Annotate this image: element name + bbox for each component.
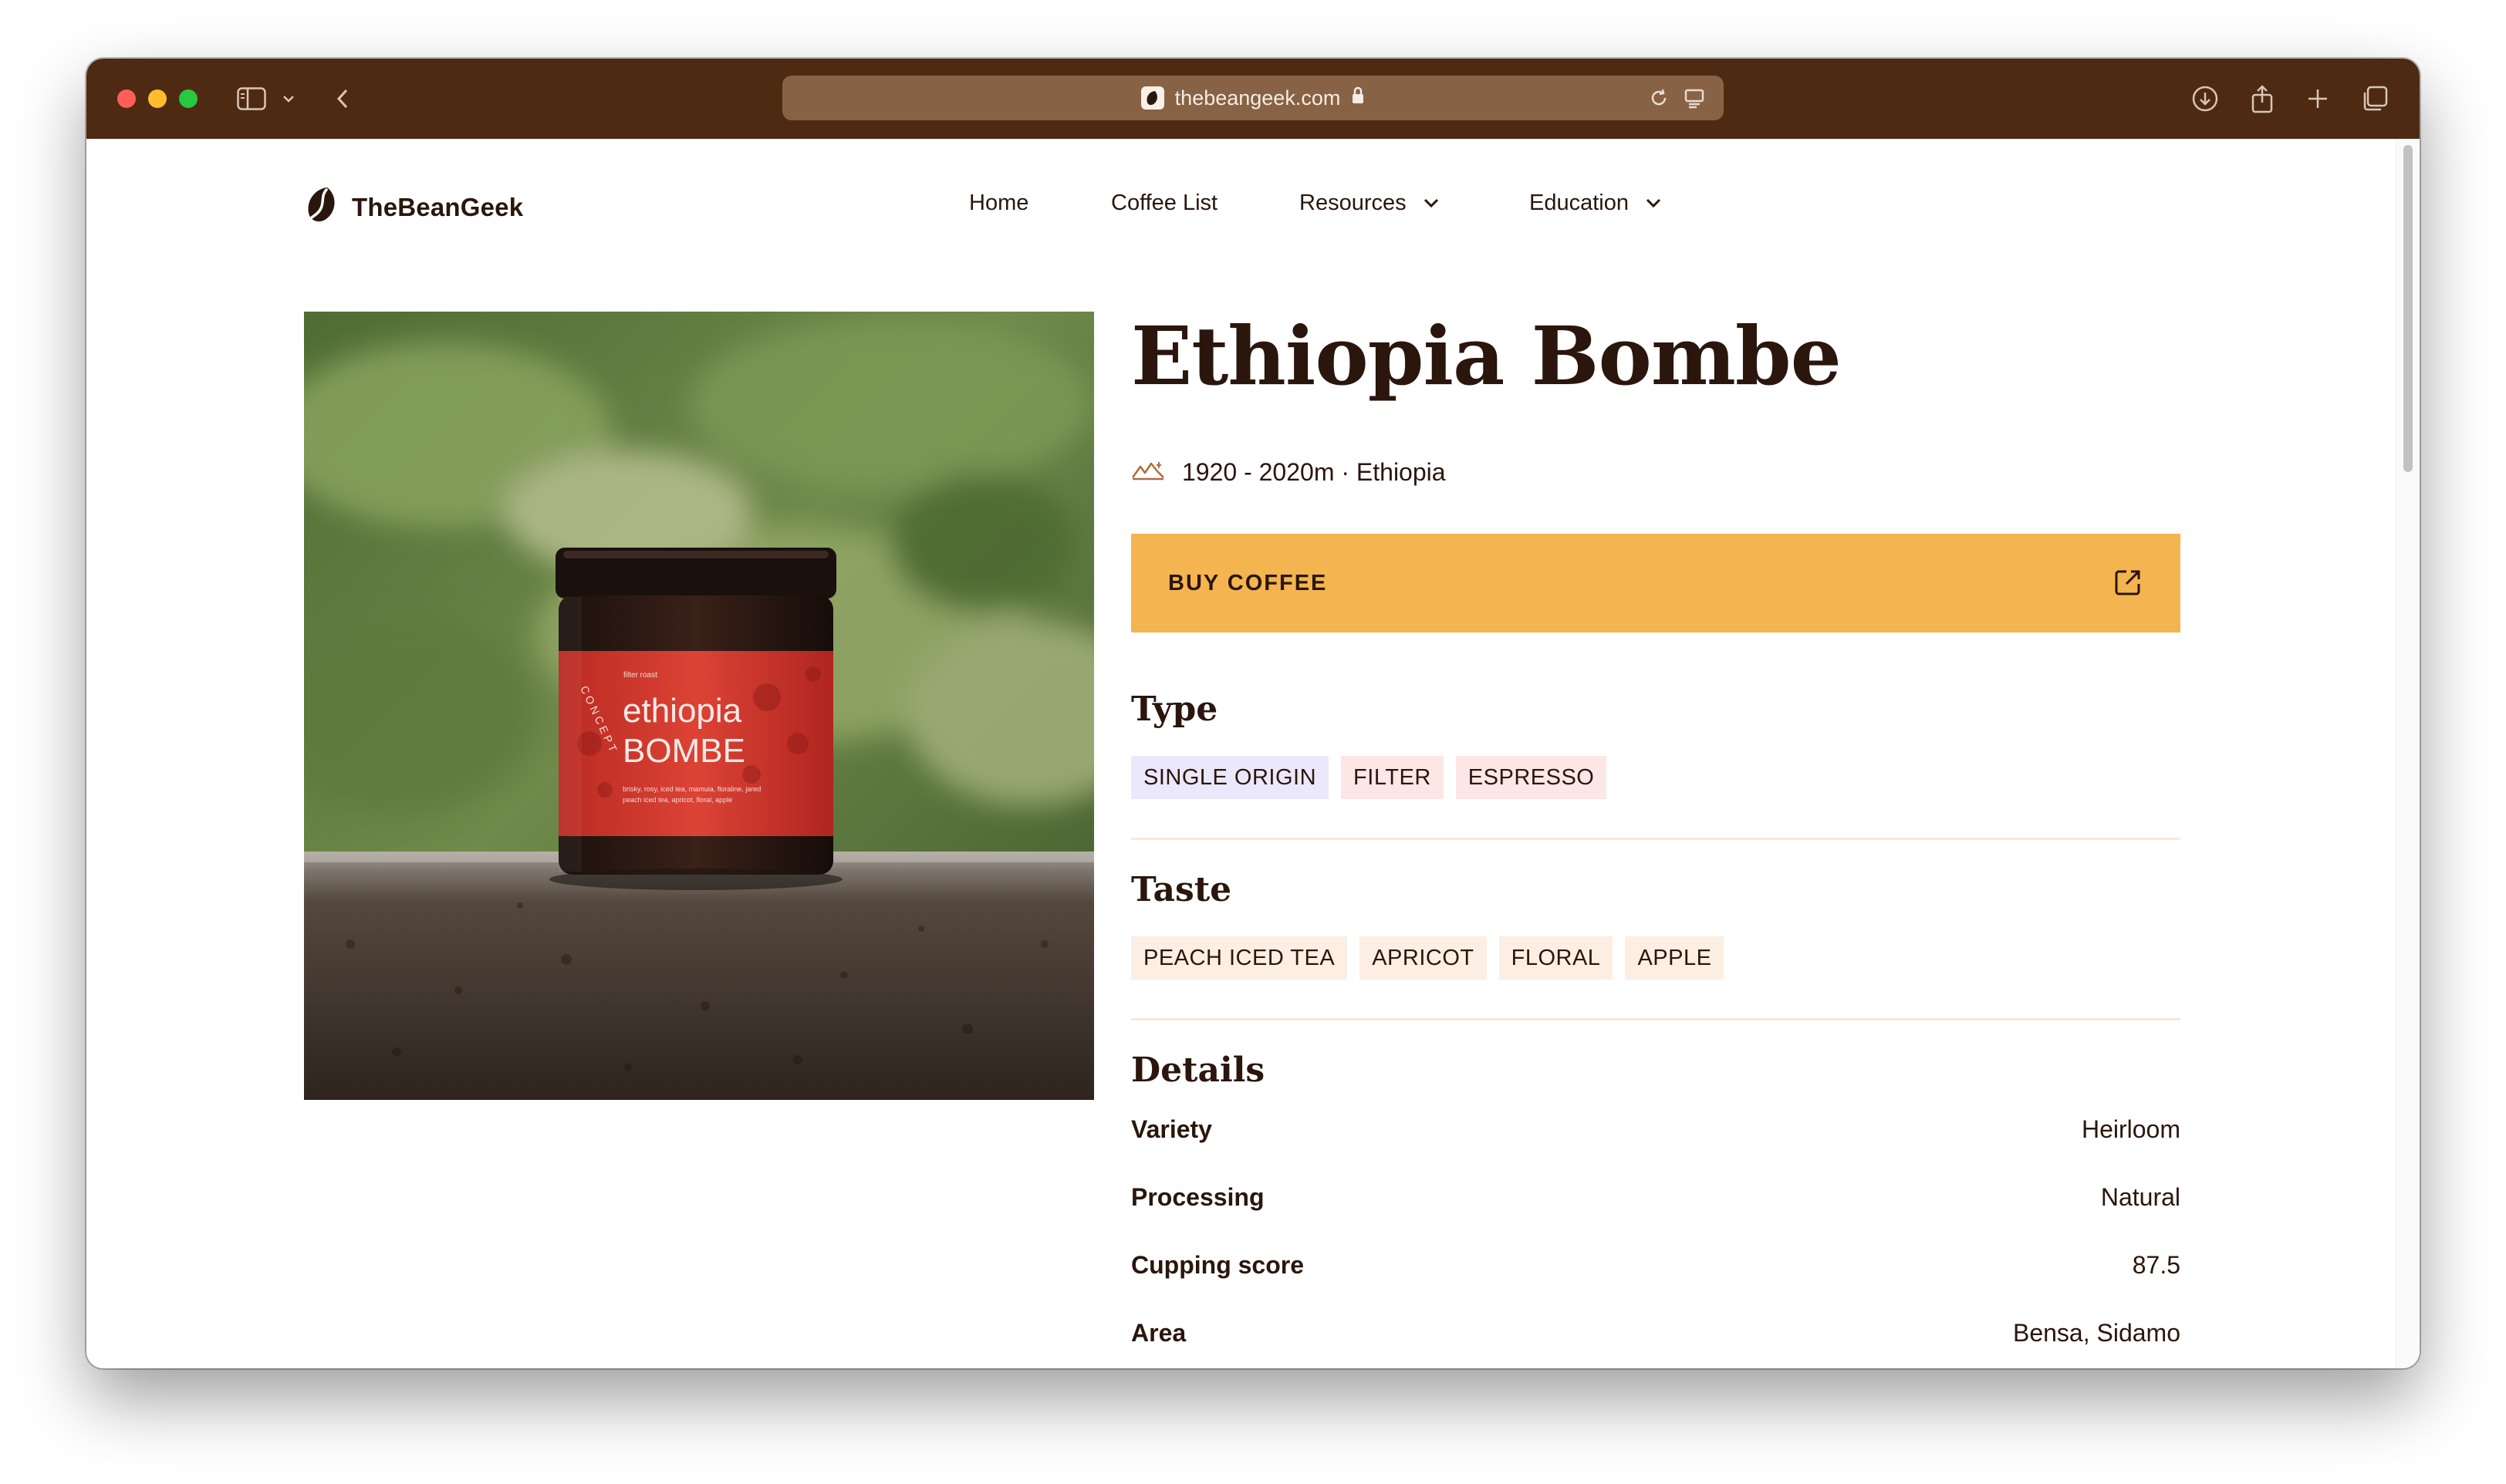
buy-coffee-label: BUY COFFEE <box>1168 570 1328 595</box>
site-favicon-icon <box>1140 86 1164 110</box>
reader-mode-icon[interactable] <box>1684 86 1705 110</box>
taste-tags: PEACH ICED TEA APRICOT FLORAL APPLE <box>1131 936 1724 980</box>
site-logo[interactable]: TheBeanGeek <box>304 185 523 229</box>
taste-section-title: Taste <box>1131 870 1232 909</box>
nav-education[interactable]: Education <box>1529 182 1663 224</box>
details-section-title: Details <box>1131 1051 1265 1090</box>
product-title: Ethiopia Bombe <box>1131 309 1842 403</box>
type-tags: SINGLE ORIGIN FILTER ESPRESSO <box>1131 756 1607 799</box>
external-link-icon <box>2113 567 2143 600</box>
tab-overview-icon[interactable] <box>2358 82 2392 116</box>
tag-apricot[interactable]: APRICOT <box>1359 936 1487 980</box>
zoom-window-button[interactable] <box>179 89 198 108</box>
altitude-origin-text: 1920 - 2020m · Ethiopia <box>1182 458 1446 486</box>
tag-espresso[interactable]: ESPRESSO <box>1455 756 1607 799</box>
url-text: thebeangeek.com <box>1174 86 1341 110</box>
detail-key: Area <box>1131 1318 1187 1347</box>
chevron-down-icon <box>1422 197 1440 209</box>
product-meta: 1920 - 2020m · Ethiopia <box>1131 458 1446 487</box>
reload-icon[interactable] <box>1648 86 1670 110</box>
detail-value: Bensa, Sidamo <box>2012 1318 2180 1347</box>
nav-coffee-list-label: Coffee List <box>1111 190 1218 215</box>
tag-single-origin[interactable]: SINGLE ORIGIN <box>1131 756 1329 799</box>
minimize-window-button[interactable] <box>148 89 167 108</box>
tag-floral[interactable]: FLORAL <box>1498 936 1613 980</box>
buy-coffee-button[interactable]: BUY COFFEE <box>1131 534 2180 632</box>
detail-key: Variety <box>1131 1115 1212 1143</box>
product-photo: filter roast ethiopia BOMBE brisky, rosy… <box>304 312 1094 1100</box>
tag-peach-iced-tea[interactable]: PEACH ICED TEA <box>1131 936 1348 980</box>
jar-notes-line2: peach iced tea, apricot, floral, apple <box>623 796 732 804</box>
section-divider <box>1131 838 2180 840</box>
download-icon[interactable] <box>2188 82 2222 116</box>
nav-resources[interactable]: Resources <box>1299 182 1440 224</box>
tag-filter[interactable]: FILTER <box>1341 756 1444 799</box>
type-section-title: Type <box>1131 690 1218 729</box>
section-divider <box>1131 1018 2180 1020</box>
nav-education-label: Education <box>1529 190 1629 215</box>
sidebar-toggle-icon[interactable] <box>235 82 268 116</box>
detail-row-area: Area Bensa, Sidamo <box>1131 1316 2180 1350</box>
jar-small-text: filter roast <box>623 671 657 680</box>
tag-apple[interactable]: APPLE <box>1625 936 1724 980</box>
vertical-scrollbar[interactable] <box>2396 139 2420 1368</box>
chevron-down-icon <box>1644 197 1663 209</box>
nav-resources-label: Resources <box>1299 190 1407 215</box>
chevron-down-icon[interactable] <box>279 82 298 116</box>
coffee-bean-icon <box>304 185 339 229</box>
detail-row-cupping-score: Cupping score 87.5 <box>1131 1248 2180 1282</box>
detail-value: Natural <box>2100 1182 2180 1211</box>
detail-key: Cupping score <box>1131 1250 1305 1279</box>
detail-value: Heirloom <box>2081 1115 2180 1143</box>
nav-home-label: Home <box>969 190 1029 215</box>
lock-icon <box>1351 86 1365 110</box>
detail-row-processing: Processing Natural <box>1131 1180 2180 1214</box>
share-icon[interactable] <box>2247 82 2278 116</box>
mountain-altitude-icon <box>1131 458 1165 487</box>
jar-notes-line1: brisky, rosy, iced tea, mamuia, floralin… <box>623 785 761 793</box>
jar-line2-text: BOMBE <box>623 732 745 770</box>
new-tab-icon[interactable] <box>2302 82 2333 116</box>
close-window-button[interactable] <box>117 89 136 108</box>
browser-window: thebeangeek.com TheBeanGeek Home Coffee … <box>86 59 2420 1368</box>
detail-value: 87.5 <box>2132 1250 2180 1279</box>
nav-home[interactable]: Home <box>969 182 1028 224</box>
logo-text: TheBeanGeek <box>352 192 524 221</box>
browser-toolbar: thebeangeek.com <box>86 59 2420 139</box>
back-arrow-icon[interactable] <box>332 82 353 116</box>
detail-key: Processing <box>1131 1182 1265 1211</box>
address-bar[interactable]: thebeangeek.com <box>782 76 1724 120</box>
page-content: TheBeanGeek Home Coffee List Resources E… <box>86 139 2420 1368</box>
jar-line1-text: ethiopia <box>623 692 742 730</box>
detail-row-variety: Variety Heirloom <box>1131 1112 2180 1146</box>
scrollbar-thumb[interactable] <box>2403 145 2413 472</box>
nav-coffee-list[interactable]: Coffee List <box>1111 182 1218 224</box>
